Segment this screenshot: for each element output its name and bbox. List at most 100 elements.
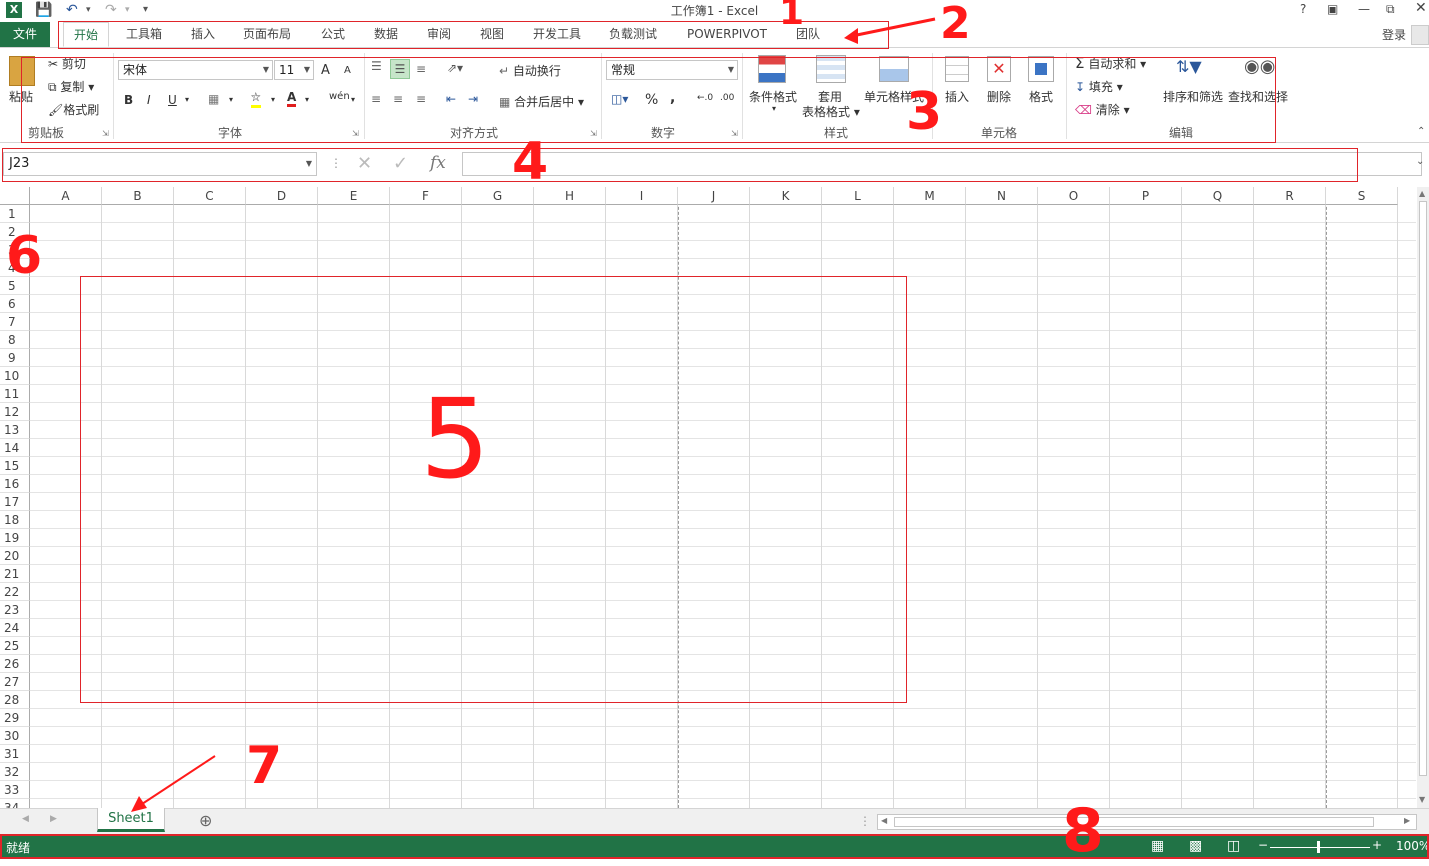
row-header[interactable]: 17	[0, 493, 30, 511]
align-left-icon[interactable]: ≡	[371, 92, 381, 106]
font-color-dropdown-icon[interactable]: ▾	[305, 95, 309, 104]
row-header[interactable]: 19	[0, 529, 30, 547]
row-header[interactable]: 29	[0, 709, 30, 727]
fill-button[interactable]: ↧ 填充 ▾	[1075, 78, 1123, 95]
row-header[interactable]: 34	[0, 799, 30, 808]
select-all-corner[interactable]	[0, 187, 30, 205]
tab-home[interactable]: 开始	[63, 22, 110, 47]
row-header[interactable]: 22	[0, 583, 30, 601]
align-middle-icon[interactable]: ☰	[390, 59, 410, 79]
column-header[interactable]: M	[894, 187, 966, 205]
row-header[interactable]: 33	[0, 781, 30, 799]
column-header[interactable]: N	[966, 187, 1038, 205]
row-header[interactable]: 28	[0, 691, 30, 709]
page-layout-view-icon[interactable]: ▩	[1189, 838, 1202, 854]
zoom-out-button[interactable]: −	[1258, 838, 1268, 852]
format-cells-button[interactable]: 格式	[1029, 88, 1053, 105]
prev-sheet-icon[interactable]: ◀	[22, 814, 29, 824]
row-header[interactable]: 14	[0, 439, 30, 457]
zoom-in-button[interactable]: +	[1372, 838, 1382, 852]
row-header[interactable]: 18	[0, 511, 30, 529]
row-header[interactable]: 27	[0, 673, 30, 691]
accounting-format-icon[interactable]: ◫▾	[611, 92, 628, 106]
tab-file[interactable]: 文件	[0, 22, 50, 47]
decrease-decimal-icon[interactable]: .00	[720, 93, 734, 103]
column-header[interactable]: E	[318, 187, 390, 205]
zoom-level[interactable]: 100%	[1396, 839, 1429, 853]
row-header[interactable]: 24	[0, 619, 30, 637]
number-launcher-icon[interactable]: ⇲	[731, 129, 738, 138]
row-header[interactable]: 25	[0, 637, 30, 655]
column-header[interactable]: O	[1038, 187, 1110, 205]
tab-developer[interactable]: 开发工具	[533, 22, 581, 47]
column-header[interactable]: I	[606, 187, 678, 205]
copy-button[interactable]: ⧉ 复制 ▾	[48, 78, 94, 95]
format-painter-button[interactable]: 🖌格式刷	[48, 101, 99, 118]
row-header[interactable]: 31	[0, 745, 30, 763]
scroll-right-icon[interactable]: ▶	[1404, 816, 1410, 825]
scroll-down-icon[interactable]: ▼	[1419, 795, 1425, 804]
italic-button[interactable]: I	[147, 93, 151, 107]
row-header[interactable]: 23	[0, 601, 30, 619]
row-header[interactable]: 7	[0, 313, 30, 331]
column-header[interactable]: P	[1110, 187, 1182, 205]
phonetic-icon[interactable]: wén	[329, 91, 350, 102]
fill-color-dropdown-icon[interactable]: ▾	[271, 95, 275, 104]
help-button[interactable]: ?	[1300, 2, 1306, 16]
row-header[interactable]: 12	[0, 403, 30, 421]
column-header[interactable]: S	[1326, 187, 1398, 205]
row-header[interactable]: 1	[0, 205, 30, 223]
ribbon-display-icon[interactable]: ▣	[1327, 2, 1338, 16]
insert-function-button[interactable]: fx	[430, 153, 446, 173]
scroll-up-icon[interactable]: ▲	[1419, 189, 1425, 198]
expand-formula-icon[interactable]: ⌄	[1416, 156, 1424, 167]
insert-cells-button[interactable]: 插入	[945, 88, 969, 105]
increase-decimal-icon[interactable]: ←.0	[697, 93, 713, 103]
column-header[interactable]: K	[750, 187, 822, 205]
cell-area[interactable]	[30, 205, 1416, 808]
bold-button[interactable]: B	[124, 93, 133, 107]
row-header[interactable]: 16	[0, 475, 30, 493]
scroll-thumb[interactable]	[1419, 201, 1427, 776]
percent-button[interactable]: %	[645, 92, 658, 108]
formula-input[interactable]	[462, 152, 1422, 176]
column-header[interactable]: D	[246, 187, 318, 205]
paste-button[interactable]: 粘贴	[9, 88, 33, 105]
page-break-view-icon[interactable]: ◫	[1227, 838, 1240, 854]
zoom-slider-thumb[interactable]	[1317, 841, 1320, 853]
next-sheet-icon[interactable]: ▶	[50, 814, 57, 824]
tab-insert[interactable]: 插入	[191, 22, 215, 47]
row-header[interactable]: 10	[0, 367, 30, 385]
decrease-indent-icon[interactable]: ⇤	[446, 92, 456, 106]
tab-powerpivot[interactable]: POWERPIVOT	[687, 22, 767, 47]
clear-button[interactable]: ⌫ 清除 ▾	[1075, 101, 1130, 118]
grow-font-button[interactable]: A	[321, 63, 330, 78]
restore-icon[interactable]: ⧉	[1386, 2, 1395, 17]
comma-button[interactable]: ,	[670, 90, 675, 106]
column-header[interactable]: R	[1254, 187, 1326, 205]
column-header[interactable]: F	[390, 187, 462, 205]
column-header[interactable]: L	[822, 187, 894, 205]
tab-data[interactable]: 数据	[374, 22, 398, 47]
align-right-icon[interactable]: ≡	[416, 92, 426, 106]
row-header[interactable]: 6	[0, 295, 30, 313]
autosum-button[interactable]: Σ 自动求和 ▾	[1075, 54, 1146, 72]
align-center-icon[interactable]: ≡	[393, 92, 403, 106]
scroll-left-icon[interactable]: ◀	[881, 816, 887, 825]
row-header[interactable]: 15	[0, 457, 30, 475]
cancel-entry-icon[interactable]: ✕	[357, 153, 372, 174]
conditional-format-button[interactable]: 条件格式	[749, 88, 797, 105]
tab-view[interactable]: 视图	[480, 22, 504, 47]
clipboard-launcher-icon[interactable]: ⇲	[102, 129, 109, 138]
row-header[interactable]: 20	[0, 547, 30, 565]
vertical-scrollbar[interactable]: ▲ ▼	[1417, 187, 1429, 808]
column-header[interactable]: A	[30, 187, 102, 205]
name-box[interactable]: J23 ▼	[3, 152, 317, 176]
fill-color-icon[interactable]: ⛦	[251, 90, 261, 108]
column-header[interactable]: Q	[1182, 187, 1254, 205]
row-header[interactable]: 9	[0, 349, 30, 367]
wrap-text-button[interactable]: ↵ 自动换行	[499, 62, 561, 79]
tab-review[interactable]: 审阅	[427, 22, 451, 47]
delete-cells-button[interactable]: 删除	[987, 88, 1011, 105]
align-bottom-icon[interactable]: ≡	[416, 62, 426, 76]
